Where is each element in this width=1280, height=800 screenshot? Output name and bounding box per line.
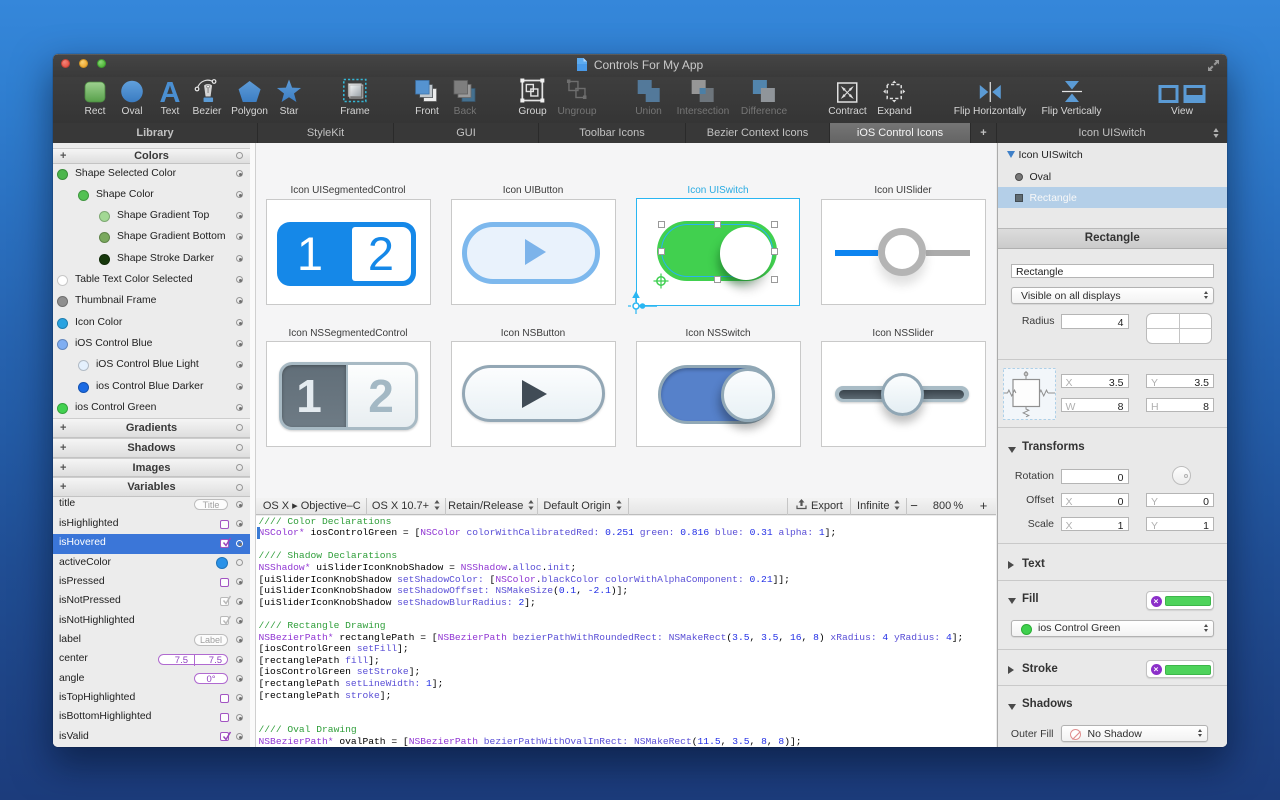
svg-text:A: A — [160, 80, 181, 103]
